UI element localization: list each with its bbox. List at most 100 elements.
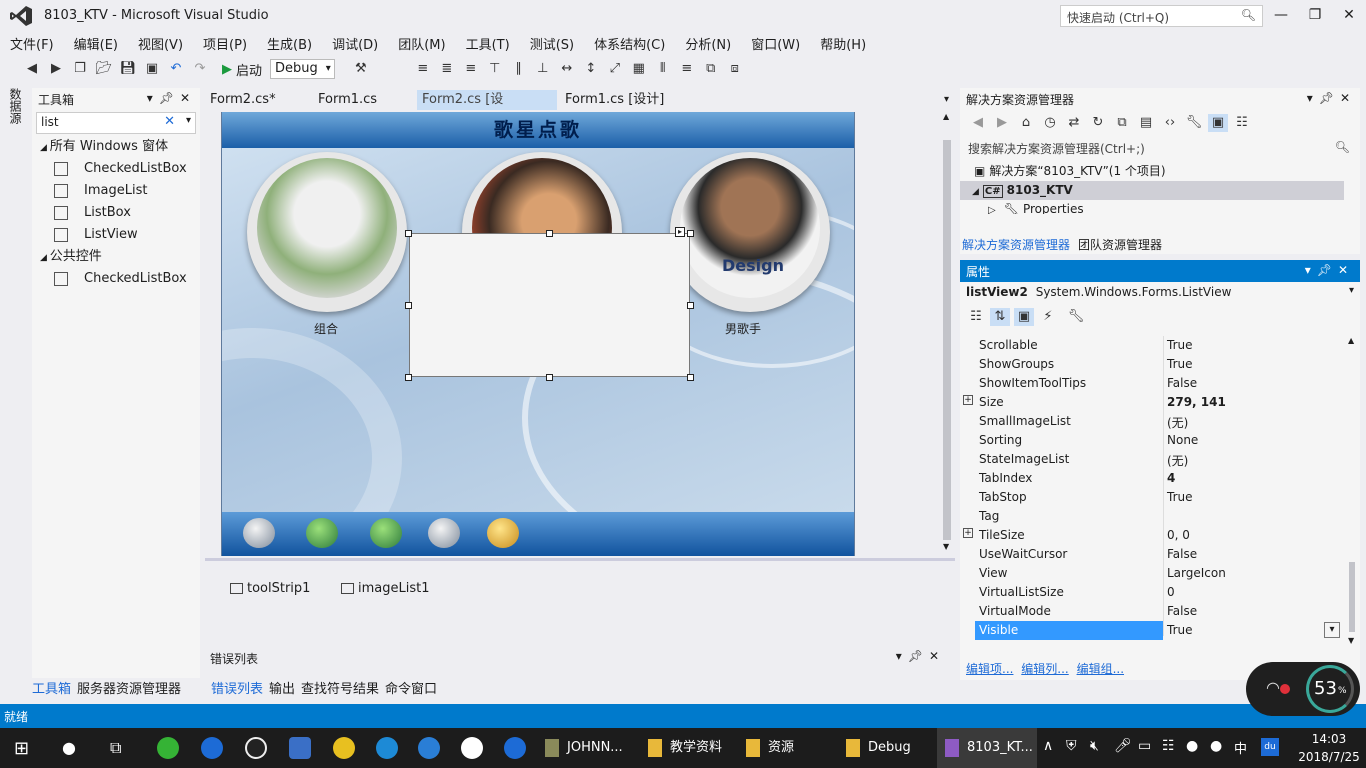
edit-columns-link[interactable]: 编辑列... — [1021, 662, 1068, 676]
resize-handle[interactable] — [405, 230, 412, 237]
ime-indicator[interactable]: 中 — [1234, 738, 1247, 757]
clear-search-icon[interactable]: ✕ — [164, 114, 175, 129]
task-view-icon[interactable]: ⧉ — [110, 738, 121, 758]
align-bottom-icon[interactable]: ⊥ — [533, 60, 553, 78]
shield-icon[interactable]: ⛨ — [1066, 738, 1077, 754]
resize-handle[interactable] — [405, 302, 412, 309]
category-button[interactable] — [370, 518, 402, 548]
property-value[interactable]: (无) — [1167, 414, 1188, 431]
task-visual-studio[interactable]: 8103_KT... — [937, 728, 1037, 768]
toolbox-group[interactable]: ◢ 所有 Windows 窗体 — [32, 136, 200, 158]
collapse-icon[interactable]: ⧉ — [1112, 114, 1132, 132]
chevron-down-icon[interactable]: ▾ — [186, 115, 191, 126]
property-value[interactable]: None — [1167, 433, 1198, 447]
spacing-icon[interactable]: ⦀ — [653, 60, 673, 78]
alphabetical-icon[interactable]: ⇅ — [990, 308, 1010, 326]
events-icon[interactable]: ⚡︎ — [1038, 308, 1058, 326]
quick-launch-input[interactable]: 快速启动 (Ctrl+Q) 🔍︎ — [1060, 5, 1263, 27]
property-value[interactable]: True — [1167, 357, 1193, 371]
menu-item[interactable]: 窗口(W) — [751, 34, 800, 53]
search-app-icon[interactable] — [461, 737, 483, 759]
toolbox-search-input[interactable]: list ✕ ▾ — [36, 112, 196, 134]
network-icon[interactable]: ☷ — [1162, 738, 1175, 754]
panel-controls[interactable]: ▾📌︎✕ — [1307, 91, 1356, 105]
property-pages-icon[interactable]: 🔧︎ — [1066, 308, 1086, 326]
same-width-icon[interactable]: ↔ — [557, 60, 577, 78]
toolbox-item[interactable]: ListBox — [32, 202, 200, 224]
property-row[interactable]: Sorting None — [960, 431, 1342, 450]
qq-tray-icon[interactable]: ● — [1210, 738, 1222, 754]
wechat-icon[interactable] — [157, 737, 179, 759]
property-value[interactable]: False — [1167, 604, 1197, 618]
property-row[interactable]: + TileSize 0, 0 — [960, 526, 1342, 545]
task-teaching[interactable]: 教学资料 — [648, 728, 722, 768]
tree-solution[interactable]: ▣ 解决方案“8103_KTV”(1 个项目) — [960, 162, 1360, 181]
align-middle-icon[interactable]: ∥ — [509, 60, 529, 78]
messenger-icon[interactable] — [418, 737, 440, 759]
tab-toolbox[interactable]: 工具箱 — [32, 678, 71, 697]
restore-button[interactable]: ❐ — [1300, 4, 1330, 26]
scroll-thumb[interactable] — [943, 140, 951, 540]
close-window-button[interactable]: ✕ — [1334, 4, 1364, 26]
task-johnn[interactable]: JOHNN... — [545, 728, 623, 768]
scroll-up-icon[interactable]: ▲ — [1348, 336, 1354, 345]
property-scrollbar[interactable]: ▲ ▼ — [1346, 336, 1358, 646]
tab-form1-design[interactable]: Form1.cs [设计] — [560, 90, 669, 110]
scroll-down-icon[interactable]: ▼ — [943, 542, 949, 551]
menu-item[interactable]: 文件(F) — [10, 34, 54, 53]
browser-icon[interactable] — [333, 737, 355, 759]
tab-team-explorer[interactable]: 团队资源管理器 — [1078, 236, 1162, 253]
diagram-icon[interactable]: ☷ — [1232, 114, 1252, 132]
resize-handle[interactable] — [405, 374, 412, 381]
smart-tag-icon[interactable]: ▸ — [675, 227, 685, 237]
toolbox-item[interactable]: CheckedListBox — [32, 158, 200, 180]
scroll-down-icon[interactable]: ▼ — [1348, 636, 1354, 645]
qq-icon[interactable] — [245, 737, 267, 759]
panel-controls[interactable]: ▾📌︎✕ — [896, 649, 945, 663]
categorized-icon[interactable]: ☷ — [966, 308, 986, 326]
undo-icon[interactable]: ↶ — [166, 60, 186, 78]
expand-icon[interactable]: ◢ — [972, 187, 979, 197]
menu-item[interactable]: 帮助(H) — [820, 34, 866, 53]
tree-properties[interactable]: ▷ 🔧︎ Properties — [960, 200, 1360, 214]
menu-item[interactable]: 团队(M) — [398, 34, 445, 53]
baidu-input-icon[interactable]: du — [1261, 738, 1279, 756]
new-project-icon[interactable]: ❐ — [70, 60, 90, 78]
start-button[interactable]: 启动 — [236, 60, 262, 79]
menu-item[interactable]: 调试(D) — [332, 34, 378, 53]
align-center-icon[interactable]: ≣ — [437, 60, 457, 78]
find-icon[interactable]: ⚒ — [351, 60, 371, 78]
minimize-button[interactable]: — — [1266, 4, 1296, 26]
tab-server-explorer[interactable]: 服务器资源管理器 — [77, 678, 181, 697]
toolbox-item[interactable]: ImageList — [32, 180, 200, 202]
resize-handle[interactable] — [687, 374, 694, 381]
scroll-thumb[interactable] — [1349, 562, 1355, 632]
chevron-down-icon[interactable]: ▾ — [1349, 285, 1354, 296]
expand-icon[interactable]: + — [963, 528, 973, 538]
expand-icon[interactable]: ◢ — [40, 143, 50, 153]
system-clock[interactable]: 14:03 2018/7/25 — [1296, 730, 1362, 766]
preview-icon[interactable]: ▣ — [1208, 114, 1228, 132]
history-icon[interactable]: ◷ — [1040, 114, 1060, 132]
property-row[interactable]: View LargeIcon — [960, 564, 1342, 583]
align-right-icon[interactable]: ≡ — [461, 60, 481, 78]
object-selector[interactable]: listView2 System.Windows.Forms.ListView … — [960, 282, 1360, 304]
tab-form2-cs[interactable]: Form2.cs* — [205, 90, 281, 110]
toolbox-item[interactable]: CheckedListBox — [32, 268, 200, 290]
resize-handle[interactable] — [687, 230, 694, 237]
property-value[interactable]: 0, 0 — [1167, 528, 1190, 542]
resize-handle[interactable] — [546, 230, 553, 237]
pinyin-button[interactable] — [306, 518, 338, 548]
back-icon[interactable]: ◀ — [22, 60, 42, 78]
property-row[interactable]: Tag — [960, 507, 1342, 526]
code-icon[interactable]: ‹› — [1160, 114, 1180, 132]
male-singer-photo[interactable]: Design — [670, 152, 830, 312]
save-icon[interactable]: 💾︎ — [118, 60, 138, 78]
tab-find-symbol[interactable]: 查找符号结果 — [301, 678, 379, 697]
align-top-icon[interactable]: ⊤ — [485, 60, 505, 78]
panel-controls[interactable]: ▾📌︎✕ — [147, 91, 196, 105]
property-row[interactable]: VirtualListSize 0 — [960, 583, 1342, 602]
same-size-icon[interactable]: ⤢ — [605, 60, 625, 78]
property-row[interactable]: ShowGroups True — [960, 355, 1342, 374]
redo-icon[interactable]: ↷ — [190, 60, 210, 78]
